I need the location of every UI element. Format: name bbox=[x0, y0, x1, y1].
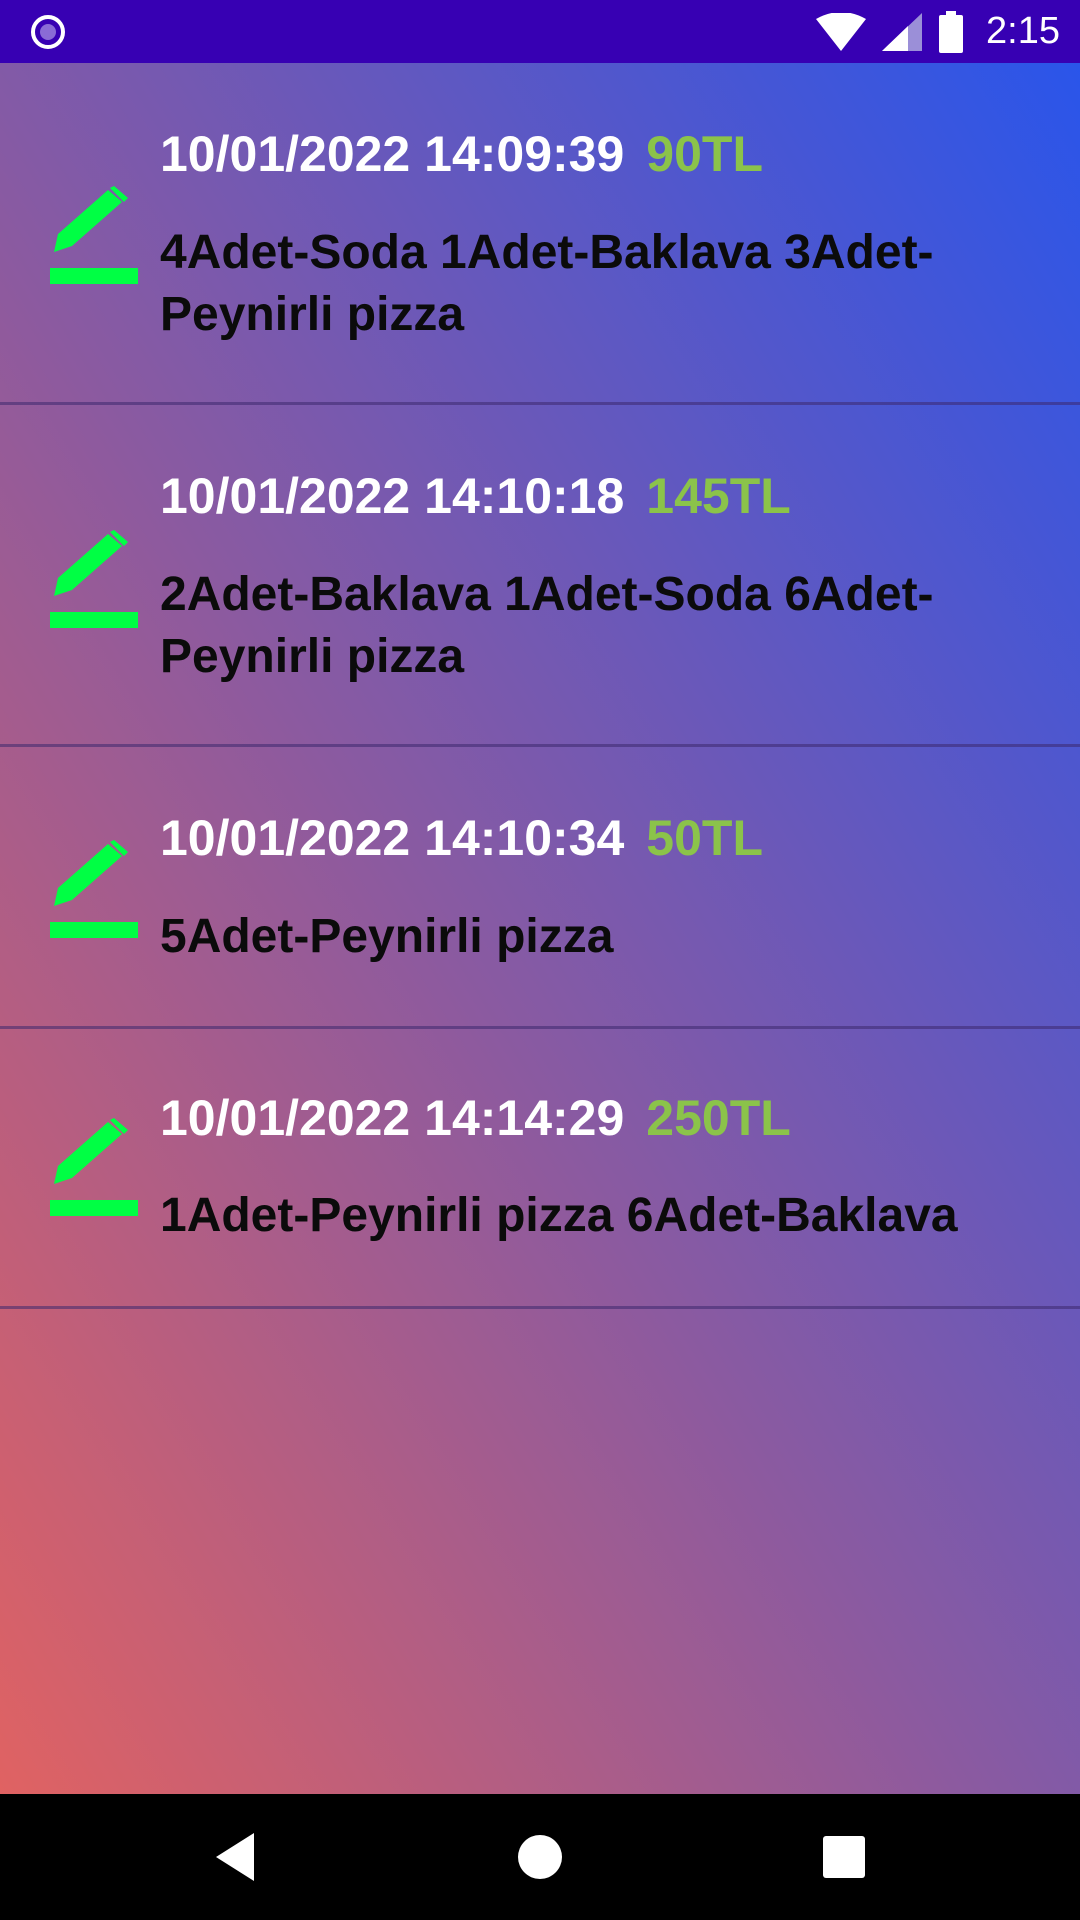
order-title: 10/01/2022 14:09:39 90TL bbox=[160, 124, 763, 184]
order-datetime: 10/01/2022 14:09:39 bbox=[160, 126, 625, 182]
home-icon[interactable] bbox=[510, 1827, 570, 1887]
list-item[interactable]: 10/01/2022 14:10:18 145TL 2Adet-Baklava 1… bbox=[0, 405, 1080, 747]
recents-icon[interactable] bbox=[814, 1827, 874, 1887]
status-icons: 2:15 bbox=[816, 0, 1060, 63]
order-datetime: 10/01/2022 14:10:34 bbox=[160, 810, 625, 866]
order-title: 10/01/2022 14:10:18 145TL bbox=[160, 466, 791, 526]
order-price: 250TL bbox=[646, 1090, 791, 1146]
order-list: 10/01/2022 14:09:39 90TL 4Adet-Soda 1Adet… bbox=[0, 63, 1080, 1794]
edit-icon[interactable] bbox=[48, 840, 140, 940]
status-time: 2:15 bbox=[986, 10, 1060, 52]
battery-icon bbox=[939, 10, 964, 53]
edit-icon[interactable] bbox=[48, 530, 140, 630]
list-item[interactable]: 10/01/2022 14:14:29 250TL 1Adet-Peynirli … bbox=[0, 1029, 1080, 1309]
order-datetime: 10/01/2022 14:10:18 bbox=[160, 468, 625, 524]
order-price: 145TL bbox=[646, 468, 791, 524]
wifi-icon bbox=[816, 12, 867, 51]
order-price: 90TL bbox=[646, 126, 763, 182]
order-items: 4Adet-Soda 1Adet-Baklava 3Adet-Peynirli … bbox=[160, 226, 934, 341]
edit-icon[interactable] bbox=[48, 186, 140, 286]
order-title: 10/01/2022 14:10:34 50TL bbox=[160, 808, 763, 868]
order-items: 2Adet-Baklava 1Adet-Soda 6Adet-Peynirli … bbox=[160, 568, 934, 683]
circle-dot-icon bbox=[31, 15, 65, 49]
edit-icon[interactable] bbox=[48, 1118, 140, 1218]
back-icon[interactable] bbox=[206, 1827, 266, 1887]
order-datetime: 10/01/2022 14:14:29 bbox=[160, 1090, 625, 1146]
signal-icon bbox=[882, 12, 923, 51]
order-title: 10/01/2022 14:14:29 250TL bbox=[160, 1088, 791, 1148]
order-items: 5Adet-Peynirli pizza bbox=[160, 910, 614, 963]
list-item[interactable]: 10/01/2022 14:09:39 90TL 4Adet-Soda 1Adet… bbox=[0, 63, 1080, 405]
order-items: 1Adet-Peynirli pizza 6Adet-Baklava bbox=[160, 1189, 958, 1242]
order-price: 50TL bbox=[646, 810, 763, 866]
status-bar: 2:15 bbox=[0, 0, 1080, 63]
navigation-bar bbox=[0, 1794, 1080, 1920]
list-item[interactable]: 10/01/2022 14:10:34 50TL 5Adet-Peynirli p… bbox=[0, 747, 1080, 1029]
